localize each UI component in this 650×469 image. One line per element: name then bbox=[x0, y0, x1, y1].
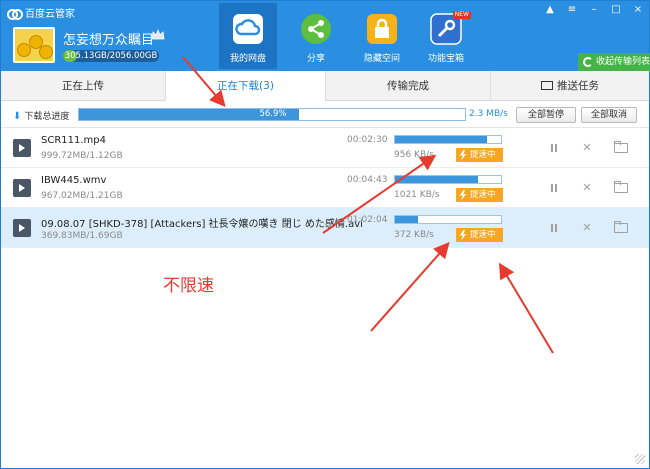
lightning-icon bbox=[459, 190, 467, 200]
nav-label: 我的网盘 bbox=[229, 54, 266, 64]
vip-crown-icon[interactable] bbox=[151, 29, 165, 41]
file-name: SCR111.mp4 bbox=[41, 135, 106, 146]
pause-icon[interactable] bbox=[547, 221, 561, 235]
file-name: 09.08.07 [SHKD-378] [Attackers] 社長令嬢の嘆き … bbox=[41, 219, 363, 230]
total-progress-bar: 56.9% bbox=[78, 108, 466, 121]
baidu-cloud-logo-icon bbox=[7, 8, 23, 20]
nav-label: 隐藏空间 bbox=[363, 54, 400, 64]
new-badge: NEW bbox=[452, 11, 471, 19]
nav-label: 功能宝箱 bbox=[427, 54, 464, 64]
menu-icon[interactable]: ≡ bbox=[563, 3, 581, 17]
pause-icon[interactable] bbox=[547, 141, 561, 155]
file-progress-fill bbox=[395, 136, 487, 143]
nav-share[interactable]: 分享 bbox=[287, 3, 345, 69]
resize-grip[interactable] bbox=[635, 454, 645, 464]
download-row[interactable]: 09.08.07 [SHKD-378] [Attackers] 社長令嬢の嘆き … bbox=[1, 208, 649, 248]
file-progress-fill bbox=[395, 216, 418, 223]
cancel-icon[interactable]: ✕ bbox=[580, 141, 594, 155]
app-title: 百度云管家 bbox=[7, 5, 75, 20]
video-file-icon bbox=[13, 179, 31, 197]
nav-label: 分享 bbox=[306, 54, 325, 64]
file-size: 999.72MB/1.12GB bbox=[41, 151, 123, 161]
accelerating-badge[interactable]: 提速中 bbox=[456, 188, 503, 202]
file-size: 967.02MB/1.21GB bbox=[41, 191, 123, 201]
user-name[interactable]: 怎妄想万众瞩目 bbox=[63, 29, 154, 48]
collapse-transfer-list-button[interactable]: 收起传输列表 bbox=[578, 53, 650, 71]
app-window: 百度云管家 怎妄想万众瞩目 305.13GB/2056.00GB 我的网盘 分享… bbox=[0, 0, 650, 469]
maximize-icon[interactable]: □ bbox=[607, 3, 625, 17]
header-bar: 百度云管家 怎妄想万众瞩目 305.13GB/2056.00GB 我的网盘 分享… bbox=[1, 1, 650, 71]
download-row[interactable]: SCR111.mp4 999.72MB/1.12GB 00:02:30 956 … bbox=[1, 128, 649, 168]
total-progress-percent: 56.9% bbox=[259, 109, 287, 119]
accelerating-badge[interactable]: 提速中 bbox=[456, 148, 503, 162]
download-speed: 1021 KB/s bbox=[394, 190, 440, 200]
open-folder-icon[interactable] bbox=[614, 181, 628, 193]
avatar[interactable] bbox=[13, 27, 55, 63]
annotation-arrow bbox=[498, 262, 554, 354]
close-icon[interactable]: × bbox=[629, 3, 647, 17]
pause-all-button[interactable]: 全部暂停 bbox=[516, 107, 576, 123]
push-icon bbox=[541, 81, 553, 90]
storage-quota-bar: 305.13GB/2056.00GB bbox=[63, 50, 159, 62]
nav-my-drive[interactable]: 我的网盘 bbox=[219, 3, 277, 69]
time-remaining: 00:04:43 bbox=[347, 175, 388, 185]
open-folder-icon[interactable] bbox=[614, 221, 628, 233]
accelerating-label: 提速中 bbox=[470, 150, 496, 160]
tab-push-tasks-label: 推送任务 bbox=[557, 80, 599, 92]
video-file-icon bbox=[13, 139, 31, 157]
minimize-icon[interactable]: – bbox=[585, 3, 603, 17]
nav-toolbox[interactable]: NEW 功能宝箱 bbox=[417, 3, 475, 69]
storage-quota-text: 305.13GB/2056.00GB bbox=[64, 51, 158, 61]
total-progress-label-text: 下载总进度 bbox=[24, 112, 70, 122]
emoji-face-icon bbox=[39, 45, 53, 59]
tab-downloading[interactable]: 正在下载(3) bbox=[166, 71, 326, 102]
tab-completed[interactable]: 传输完成 bbox=[326, 71, 491, 101]
total-speed: 2.3 MB/s bbox=[469, 109, 508, 119]
total-progress-label: ⬇ 下载总进度 bbox=[13, 109, 69, 122]
notification-icon[interactable]: ▲ bbox=[541, 3, 559, 17]
cancel-icon[interactable]: ✕ bbox=[580, 221, 594, 235]
file-name: IBW445.wmv bbox=[41, 175, 107, 186]
nav-hidden-space[interactable]: 隐藏空间 bbox=[353, 3, 411, 69]
collapse-transfer-list-label: 收起传输列表 bbox=[596, 57, 650, 67]
file-progress-bar bbox=[394, 175, 502, 184]
open-folder-icon[interactable] bbox=[614, 141, 628, 153]
time-remaining: 00:02:30 bbox=[347, 135, 388, 145]
lightning-icon bbox=[459, 150, 467, 160]
pause-icon[interactable] bbox=[547, 181, 561, 195]
cloud-drive-icon bbox=[233, 14, 263, 44]
tab-uploading[interactable]: 正在上传 bbox=[1, 71, 166, 101]
accelerating-badge[interactable]: 提速中 bbox=[456, 228, 503, 242]
file-progress-bar bbox=[394, 215, 502, 224]
lock-icon bbox=[367, 14, 397, 44]
file-size: 369.83MB/1.69GB bbox=[41, 231, 123, 241]
app-title-text: 百度云管家 bbox=[25, 9, 75, 20]
tab-push-tasks[interactable]: 推送任务 bbox=[491, 71, 649, 101]
download-speed: 372 KB/s bbox=[394, 230, 434, 240]
cancel-all-button[interactable]: 全部取消 bbox=[581, 107, 637, 123]
total-progress-row: ⬇ 下载总进度 56.9% 2.3 MB/s 全部暂停 全部取消 bbox=[1, 102, 649, 128]
lightning-icon bbox=[459, 230, 467, 240]
accelerating-label: 提速中 bbox=[470, 230, 496, 240]
video-file-icon bbox=[13, 219, 31, 237]
time-remaining: 01:02:04 bbox=[347, 215, 388, 225]
accelerating-label: 提速中 bbox=[470, 190, 496, 200]
file-progress-bar bbox=[394, 135, 502, 144]
refresh-icon bbox=[583, 57, 593, 67]
file-progress-fill bbox=[395, 176, 478, 183]
transfer-tabs: 正在上传 正在下载(3) 传输完成 推送任务 bbox=[1, 71, 649, 102]
share-icon bbox=[301, 14, 331, 44]
download-row[interactable]: IBW445.wmv 967.02MB/1.21GB 00:04:43 1021… bbox=[1, 168, 649, 208]
download-arrow-icon: ⬇ bbox=[13, 111, 22, 122]
annotation-arrow bbox=[370, 242, 450, 332]
annotation-text: 不限速 bbox=[163, 276, 214, 296]
cancel-icon[interactable]: ✕ bbox=[580, 181, 594, 195]
download-speed: 956 KB/s bbox=[394, 150, 434, 160]
